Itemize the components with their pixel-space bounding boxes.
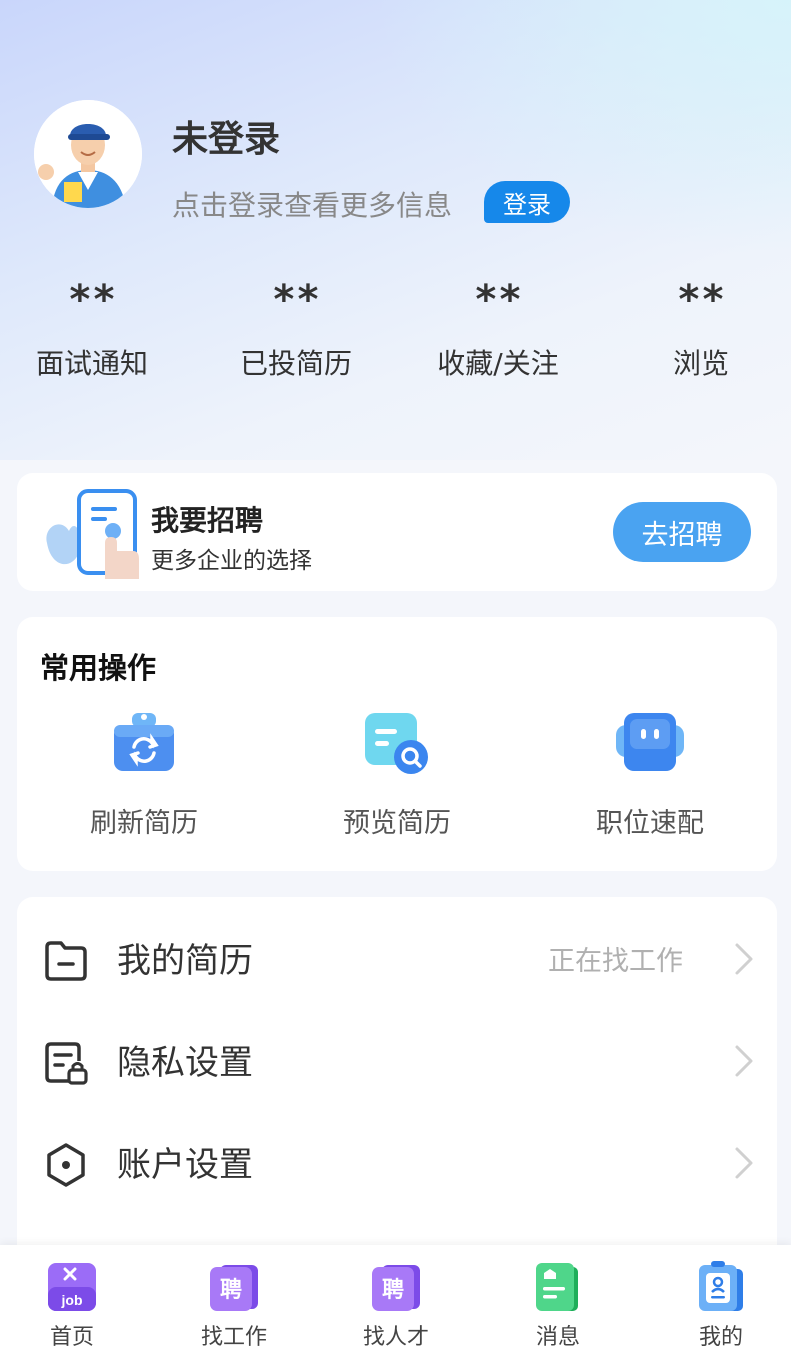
tab-mine[interactable]: 我的 xyxy=(661,1259,781,1351)
refresh-resume-icon xyxy=(108,707,180,779)
stat-views[interactable]: ** 浏览 xyxy=(601,270,791,382)
profile-section[interactable]: 未登录 点击登录查看更多信息 登录 xyxy=(34,100,754,223)
hexagon-settings-icon xyxy=(42,1141,90,1189)
stat-applied[interactable]: ** 已投简历 xyxy=(196,270,396,382)
tab-messages[interactable]: 消息 xyxy=(498,1259,618,1351)
stat-value: ** xyxy=(676,277,726,323)
profile-name: 未登录 xyxy=(172,119,281,160)
recruit-subtitle: 更多企业的选择 xyxy=(151,548,312,574)
job-status-value: 正在找工作 xyxy=(548,946,683,977)
recruit-title: 我要招聘 xyxy=(151,504,264,537)
stats-row: ** 面试通知 ** 已投简历 ** 收藏/关注 ** 浏览 xyxy=(0,270,791,400)
avatar[interactable] xyxy=(34,100,142,208)
chevron-right-icon xyxy=(729,1039,759,1083)
chevron-right-icon xyxy=(729,1141,759,1185)
menu-item-my-resume[interactable]: 我的简历 正在找工作 xyxy=(17,909,777,1009)
stat-label: 浏览 xyxy=(672,347,729,380)
home-job-icon: job xyxy=(44,1259,100,1315)
menu-item-privacy-settings[interactable]: 隐私设置 xyxy=(17,1011,777,1111)
op-label: 职位速配 xyxy=(596,808,704,839)
message-icon xyxy=(530,1259,586,1315)
recruit-card[interactable]: 我要招聘 更多企业的选择 去招聘 xyxy=(17,473,777,591)
stat-value: ** xyxy=(271,277,321,323)
tab-home[interactable]: job 首页 xyxy=(12,1259,132,1351)
recruit-phone-illustration xyxy=(41,487,159,579)
preview-resume-icon xyxy=(361,707,433,779)
tab-find-talent[interactable]: 聘 找人才 xyxy=(336,1259,456,1351)
tab-label: 找人才 xyxy=(362,1325,429,1350)
tab-label: 找工作 xyxy=(200,1325,267,1350)
profile-subtitle: 点击登录查看更多信息 xyxy=(172,189,453,222)
menu-label: 隐私设置 xyxy=(117,1043,253,1083)
tab-icon-text: 聘 xyxy=(220,1278,242,1303)
stat-label: 收藏/关注 xyxy=(437,347,559,380)
op-refresh-resume[interactable]: 刷新简历 xyxy=(19,707,269,840)
common-operations-card: 常用操作 刷新简历 预览简历 职位速配 xyxy=(17,617,777,871)
login-button[interactable]: 登录 xyxy=(484,181,570,223)
stat-value: ** xyxy=(67,277,117,323)
tab-label: 首页 xyxy=(49,1325,94,1350)
stat-label: 已投简历 xyxy=(239,347,352,380)
section-title: 常用操作 xyxy=(40,651,157,685)
job-match-icon xyxy=(614,707,686,779)
tab-label: 消息 xyxy=(535,1325,580,1350)
tab-icon-text: job xyxy=(61,1292,83,1308)
privacy-lock-icon xyxy=(42,1039,90,1087)
stat-favorites[interactable]: ** 收藏/关注 xyxy=(398,270,598,382)
mine-icon xyxy=(693,1259,749,1315)
go-recruit-button[interactable]: 去招聘 xyxy=(613,502,751,562)
tab-label: 我的 xyxy=(698,1325,743,1350)
stat-value: ** xyxy=(473,277,523,323)
stat-interview[interactable]: ** 面试通知 xyxy=(0,270,192,382)
op-label: 刷新简历 xyxy=(90,808,198,839)
menu-label: 账户设置 xyxy=(117,1145,253,1185)
op-preview-resume[interactable]: 预览简历 xyxy=(272,707,522,840)
chevron-right-icon xyxy=(729,937,759,981)
op-label: 预览简历 xyxy=(343,808,451,839)
menu-label: 我的简历 xyxy=(117,941,253,981)
op-job-match[interactable]: 职位速配 xyxy=(525,707,775,840)
tab-find-job[interactable]: 聘 找工作 xyxy=(174,1259,294,1351)
stat-label: 面试通知 xyxy=(35,347,148,380)
folder-icon xyxy=(42,937,90,985)
find-talent-icon: 聘 xyxy=(368,1259,424,1315)
bottom-tab-bar: job 首页 聘 找工作 聘 找人才 消息 我的 xyxy=(0,1245,791,1360)
tab-icon-text: 聘 xyxy=(382,1278,404,1303)
find-job-icon: 聘 xyxy=(206,1259,262,1315)
menu-item-account-settings[interactable]: 账户设置 xyxy=(17,1113,777,1213)
